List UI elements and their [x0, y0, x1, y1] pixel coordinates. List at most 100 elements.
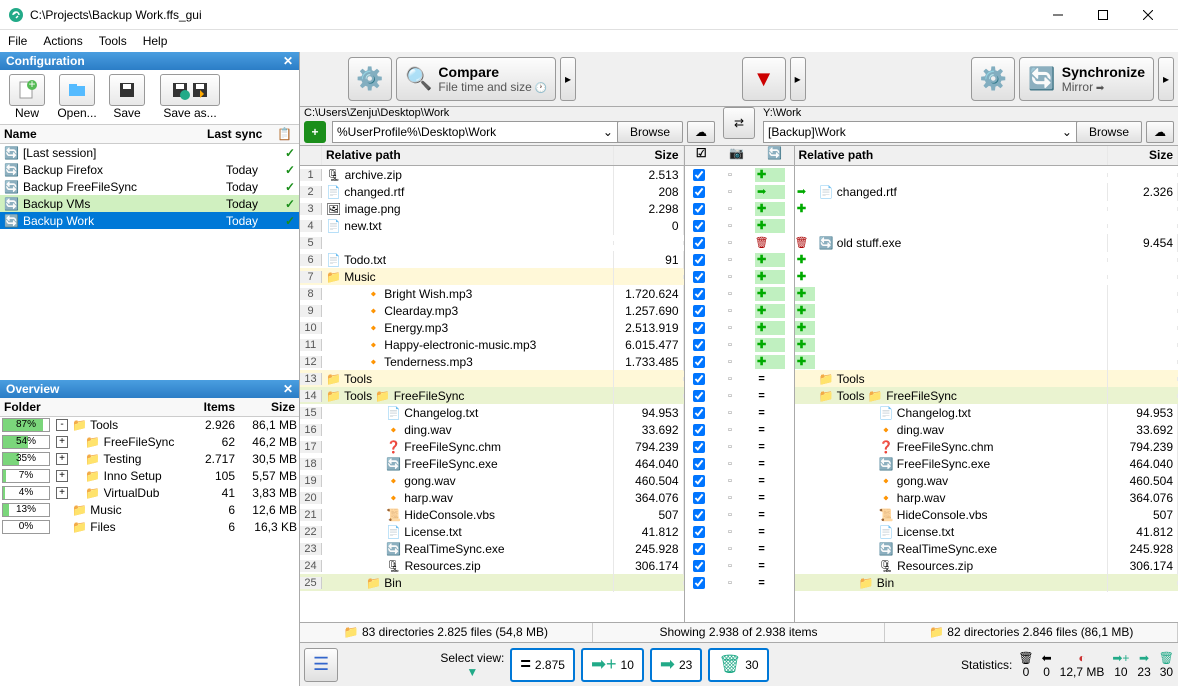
grid-row[interactable]: 🔄 RealTimeSync.exe245.928	[795, 540, 1178, 557]
checkbox-header[interactable]: ☑	[696, 146, 707, 165]
compare-settings-button[interactable]: ⚙️	[348, 57, 392, 101]
row-checkbox[interactable]	[693, 458, 705, 470]
grid-row[interactable]: 🔸 ding.wav33.692	[795, 421, 1178, 438]
grid-row[interactable]: 1🗜 archive.zip2.513	[300, 166, 684, 183]
left-path-dropdown-icon[interactable]: ⌄	[603, 125, 613, 139]
grid-row[interactable]: ✚	[795, 200, 1178, 217]
row-checkbox[interactable]	[693, 509, 705, 521]
menu-actions[interactable]: Actions	[43, 34, 82, 48]
menu-tools[interactable]: Tools	[99, 34, 127, 48]
compare-button[interactable]: 🔍 CompareFile time and size 🕐	[396, 57, 556, 101]
action-row[interactable]: ▫=	[685, 506, 794, 523]
grid-row[interactable]: 9 🔸 Clearday.mp31.257.690	[300, 302, 684, 319]
view-equal-button[interactable]: = 2.875	[510, 648, 575, 682]
save-button[interactable]: Save	[104, 74, 150, 120]
overview-row[interactable]: 35%+ 📁 Testing2.71730,5 MB	[0, 451, 299, 468]
grid-row[interactable]: 19 🔸 gong.wav460.504	[300, 472, 684, 489]
action-row[interactable]: ▫✚	[685, 217, 794, 234]
grid-row[interactable]: 🔸 gong.wav460.504	[795, 472, 1178, 489]
config-list-icon[interactable]: 📋	[277, 127, 295, 141]
right-grid[interactable]: Relative pathSize ➡📄 changed.rtf2.326✚🗑🔄…	[795, 146, 1178, 622]
swap-sides-button[interactable]: ⇄	[723, 107, 755, 139]
right-path-input[interactable]	[763, 121, 1078, 143]
overview-close-icon[interactable]: ✕	[283, 382, 293, 396]
action-row[interactable]: ▫✚	[685, 336, 794, 353]
row-checkbox[interactable]	[693, 475, 705, 487]
row-checkbox[interactable]	[693, 254, 705, 266]
row-checkbox[interactable]	[693, 186, 705, 198]
grid-row[interactable]: 📄 License.txt41.812	[795, 523, 1178, 540]
row-checkbox[interactable]	[693, 356, 705, 368]
new-button[interactable]: +New	[4, 74, 50, 120]
maximize-button[interactable]	[1080, 1, 1125, 29]
category-header-icon[interactable]: 📷	[729, 146, 744, 165]
grid-row[interactable]: 📁 Bin	[795, 574, 1178, 591]
grid-row[interactable]: 23 🔄 RealTimeSync.exe245.928	[300, 540, 684, 557]
overview-row[interactable]: 54%+ 📁 FreeFileSync6246,2 MB	[0, 434, 299, 451]
view-add-button[interactable]: ➡+ 10	[581, 648, 644, 682]
row-checkbox[interactable]	[693, 373, 705, 385]
action-row[interactable]: ▫=	[685, 557, 794, 574]
row-checkbox[interactable]	[693, 577, 705, 589]
view-mode-button[interactable]: ☰	[304, 648, 338, 682]
grid-row[interactable]: ✚	[795, 353, 1178, 370]
grid-row[interactable]: ❓ FreeFileSync.chm794.239	[795, 438, 1178, 455]
row-checkbox[interactable]	[693, 339, 705, 351]
grid-row[interactable]: 10 🔸 Energy.mp32.513.919	[300, 319, 684, 336]
grid-row[interactable]: ✚	[795, 268, 1178, 285]
menu-help[interactable]: Help	[143, 34, 168, 48]
grid-row[interactable]: 6📄 Todo.txt91	[300, 251, 684, 268]
action-row[interactable]: ▫✚	[685, 200, 794, 217]
overview-row[interactable]: 4%+ 📁 VirtualDub413,83 MB	[0, 485, 299, 502]
grid-row[interactable]: 12 🔸 Tenderness.mp31.733.485	[300, 353, 684, 370]
grid-row[interactable]: 22 📄 License.txt41.812	[300, 523, 684, 540]
action-row[interactable]: ▫✚	[685, 302, 794, 319]
grid-row[interactable]: 📜 HideConsole.vbs507	[795, 506, 1178, 523]
grid-row[interactable]: 📁 Tools	[795, 370, 1178, 387]
action-row[interactable]: ▫=	[685, 421, 794, 438]
menu-file[interactable]: File	[8, 34, 27, 48]
action-header-icon[interactable]: 🔄	[767, 146, 782, 165]
grid-row[interactable]: 📄 Changelog.txt94.953	[795, 404, 1178, 421]
filter-dropdown[interactable]: ▸	[790, 57, 806, 101]
grid-row[interactable]: ✚	[795, 285, 1178, 302]
add-folder-pair-button[interactable]: +	[304, 121, 326, 143]
overview-row[interactable]: 7%+ 📁 Inno Setup1055,57 MB	[0, 468, 299, 485]
action-row[interactable]: ▫=	[685, 438, 794, 455]
action-row[interactable]: ▫=	[685, 370, 794, 387]
row-checkbox[interactable]	[693, 543, 705, 555]
grid-row[interactable]: 7📁 Music	[300, 268, 684, 285]
row-checkbox[interactable]	[693, 390, 705, 402]
row-checkbox[interactable]	[693, 407, 705, 419]
action-row[interactable]: ▫➡	[685, 183, 794, 200]
left-grid[interactable]: Relative pathSize 1🗜 archive.zip2.5132📄 …	[300, 146, 685, 622]
sync-settings-button[interactable]: ⚙️	[971, 57, 1015, 101]
action-row[interactable]: ▫✚	[685, 268, 794, 285]
config-item[interactable]: 🔄Backup FirefoxToday✓	[0, 161, 299, 178]
action-row[interactable]: ▫=	[685, 523, 794, 540]
grid-row[interactable]: 21 📜 HideConsole.vbs507	[300, 506, 684, 523]
grid-row[interactable]: 2📄 changed.rtf208	[300, 183, 684, 200]
grid-row[interactable]: 11 🔸 Happy-electronic-music.mp36.015.477	[300, 336, 684, 353]
row-checkbox[interactable]	[693, 526, 705, 538]
right-path-dropdown-icon[interactable]: ⌄	[1062, 125, 1072, 139]
left-browse-button[interactable]: Browse	[617, 121, 683, 143]
action-row[interactable]: ▫✚	[685, 251, 794, 268]
grid-row[interactable]	[795, 217, 1178, 234]
grid-row[interactable]: 25 📁 Bin	[300, 574, 684, 591]
row-checkbox[interactable]	[693, 203, 705, 215]
action-row[interactable]: ▫=	[685, 540, 794, 557]
grid-row[interactable]: ✚	[795, 336, 1178, 353]
row-checkbox[interactable]	[693, 441, 705, 453]
view-delete-button[interactable]: 🗑 30	[708, 648, 768, 682]
grid-row[interactable]: 15 📄 Changelog.txt94.953	[300, 404, 684, 421]
overview-row[interactable]: 0%📁 Files616,3 KB	[0, 519, 299, 536]
synchronize-button[interactable]: 🔄 SynchronizeMirror ➡	[1019, 57, 1154, 101]
grid-row[interactable]: 🔸 harp.wav364.076	[795, 489, 1178, 506]
action-row[interactable]: ▫=	[685, 574, 794, 591]
grid-row[interactable]: 18 🔄 FreeFileSync.exe464.040	[300, 455, 684, 472]
action-row[interactable]: ▫=	[685, 404, 794, 421]
filter-button[interactable]: ▼	[742, 57, 786, 101]
grid-row[interactable]: 3🖼 image.png2.298	[300, 200, 684, 217]
minimize-button[interactable]	[1035, 1, 1080, 29]
